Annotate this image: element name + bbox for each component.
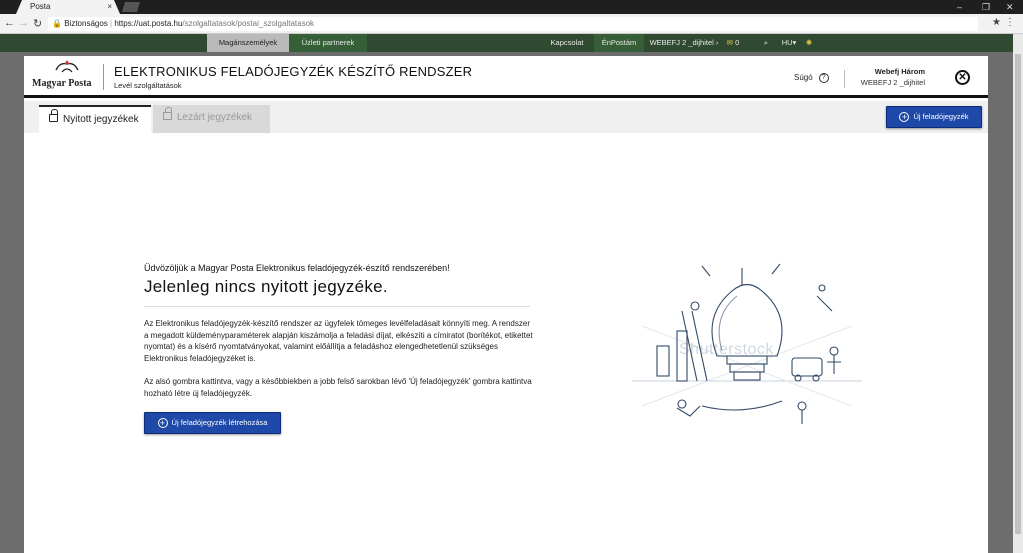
close-icon[interactable]: ✕	[955, 70, 970, 85]
tab-closed-label: Lezárt jegyzékek	[177, 112, 253, 123]
tab-open-label: Nyitott jegyzékek	[63, 114, 139, 125]
browser-tabstrip: Posta × – ❐ ✕	[0, 0, 1023, 14]
language-label: HU	[781, 38, 793, 47]
plus-circle-icon: +	[157, 418, 168, 429]
posthorn-icon	[55, 60, 79, 73]
back-icon[interactable]: ←	[4, 17, 15, 29]
magyar-posta-logo: Magyar Posta	[32, 60, 98, 94]
help-link[interactable]: Súgó?	[794, 73, 829, 83]
help-label: Súgó	[794, 73, 813, 83]
new-tab-button[interactable]	[122, 2, 140, 12]
new-list-button[interactable]: + Új feladójegyzék	[886, 106, 982, 128]
lock-icon	[49, 109, 58, 123]
gear-icon[interactable]: ✺	[802, 34, 816, 52]
restore-button[interactable]: ❐	[982, 0, 990, 14]
reload-icon[interactable]: ↻	[33, 17, 42, 30]
modal-header: Magyar Posta ELEKTRONIKUS FELADÓJEGYZÉK …	[24, 56, 988, 98]
logo-text: Magyar Posta	[32, 78, 92, 89]
scroll-thumb[interactable]	[1015, 54, 1021, 534]
site-top-nav: Magánszemélyek Üzleti partnerek Kapcsola…	[0, 34, 1023, 52]
watermark-text: Shutterstock	[679, 341, 774, 358]
content-divider	[144, 306, 530, 307]
nav-business[interactable]: Üzleti partnerek	[289, 34, 367, 52]
browser-tab-title: Posta	[30, 2, 51, 11]
nav-user-account[interactable]: WEBEFJ 2 _dijhitel ›	[648, 34, 720, 52]
description-paragraph: Az Elektronikus feladójegyzék-készítő re…	[144, 319, 533, 363]
instruction-paragraph: Az alsó gombra kattintva, vagy a későbbi…	[144, 377, 532, 398]
nav-private[interactable]: Magánszemélyek	[207, 34, 289, 52]
mail-count: 0	[735, 38, 740, 47]
nav-enposta[interactable]: ÉnPostám	[594, 34, 644, 52]
empty-state-headline: Jelenleg nincs nyitott jegyzéke.	[144, 277, 388, 296]
url-path: /szolgaltatasok/postai_szolgaltatasok	[182, 19, 315, 28]
create-list-button-label: Új feladójegyzék létrehozása	[171, 418, 268, 427]
system-subtitle: Levél szolgáltatások	[114, 81, 182, 90]
tab-open-lists[interactable]: Nyitott jegyzékek	[39, 105, 151, 133]
create-list-button[interactable]: + Új feladójegyzék létrehozása	[144, 412, 281, 434]
window-close-button[interactable]: ✕	[1006, 0, 1014, 14]
feladojegyzek-modal: Magyar Posta ELEKTRONIKUS FELADÓJEGYZÉK …	[24, 56, 988, 553]
user-account: WEBEFJ 2 _dijhitel	[860, 78, 925, 87]
secure-lock-icon: 🔒	[52, 19, 62, 28]
plus-circle-icon: +	[899, 112, 910, 123]
user-name: Webefj Három	[874, 67, 925, 76]
mail-icon: ✉	[726, 38, 734, 47]
forward-icon[interactable]: →	[18, 17, 29, 29]
new-list-button-label: Új feladójegyzék	[913, 112, 969, 121]
header-divider	[103, 64, 104, 90]
list-tabs: Nyitott jegyzékek Lezárt jegyzékek + Új f…	[24, 101, 988, 133]
nav-mail[interactable]: ✉ 0	[720, 34, 746, 52]
tab-closed-lists[interactable]: Lezárt jegyzékek	[153, 105, 270, 133]
url-input[interactable]: 🔒 Biztonságos | https://uat.posta.hu/szo…	[48, 17, 978, 31]
browser-menu-icon[interactable]: ⋮	[1005, 17, 1015, 28]
url-host: https://uat.posta.hu	[114, 19, 183, 28]
lock-icon	[163, 107, 172, 121]
nav-user-label: WEBEFJ 2 _dijhitel	[649, 38, 714, 47]
help-icon: ?	[818, 73, 829, 83]
language-selector[interactable]: HU▾	[778, 34, 800, 52]
browser-tab[interactable]: Posta ×	[16, 0, 120, 14]
minimize-button[interactable]: –	[957, 0, 962, 14]
system-title: ELEKTRONIKUS FELADÓJEGYZÉK KÉSZÍTŐ RENDS…	[114, 64, 473, 79]
search-icon[interactable]: ⌕	[758, 34, 774, 52]
tab-close-icon[interactable]: ×	[107, 0, 112, 14]
secure-label: Biztonságos	[64, 19, 108, 28]
nav-contact[interactable]: Kapcsolat	[540, 34, 594, 52]
page-scrollbar[interactable]	[1013, 34, 1023, 553]
welcome-text: Üdvözöljük a Magyar Posta Elektronikus f…	[144, 263, 450, 273]
star-icon[interactable]: ★	[992, 17, 1001, 28]
address-bar: ← → ↻ 🔒 Biztonságos | https://uat.posta.…	[0, 14, 1023, 34]
